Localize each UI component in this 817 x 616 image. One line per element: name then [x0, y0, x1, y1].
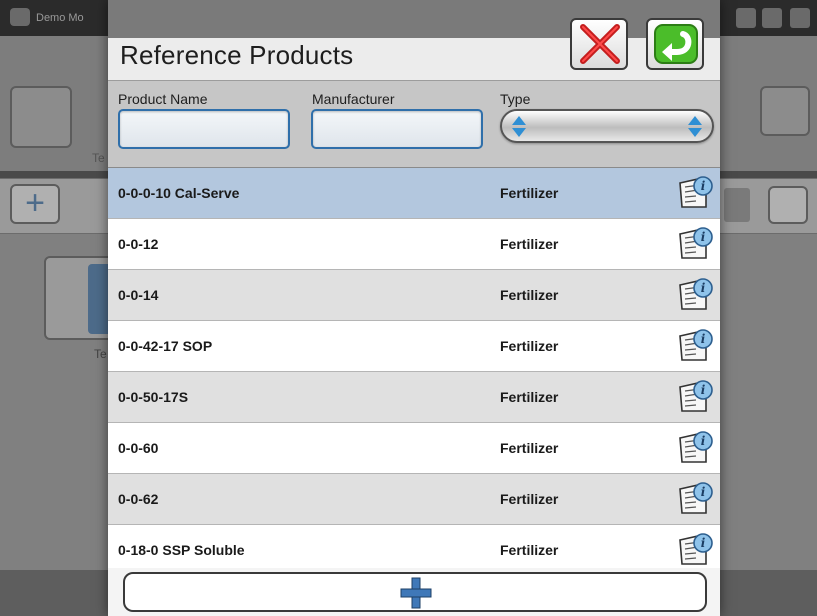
product-type: Fertilizer [500, 542, 559, 558]
list-item[interactable]: 0-0-50-17S Fertilizer i [108, 372, 720, 423]
product-type: Fertilizer [500, 440, 559, 456]
product-name: 0-0-14 [118, 287, 159, 303]
product-info-icon[interactable]: i [676, 226, 714, 262]
product-name: 0-18-0 SSP Soluble [118, 542, 245, 558]
plus-icon [400, 577, 432, 609]
background-trash-icon [724, 188, 750, 222]
svg-text:i: i [701, 383, 706, 397]
svg-text:i: i [701, 485, 706, 499]
product-name: 0-0-62 [118, 491, 159, 507]
list-item[interactable]: 0-0-42-17 SOP Fertilizer i [108, 321, 720, 372]
up-down-arrow-icon[interactable] [510, 116, 528, 138]
manufacturer-label: Manufacturer [312, 91, 395, 107]
product-name-input[interactable] [118, 109, 290, 149]
red-x-icon [580, 24, 620, 64]
list-item[interactable]: 0-0-62 Fertilizer i [108, 474, 720, 525]
background-card [44, 256, 114, 340]
background-settings-icon [10, 86, 72, 148]
green-return-arrow-icon [654, 24, 698, 64]
svg-text:i: i [701, 179, 706, 193]
product-info-icon[interactable]: i [676, 430, 714, 466]
product-type: Fertilizer [500, 185, 559, 201]
list-item[interactable]: 0-0-14 Fertilizer i [108, 270, 720, 321]
status-icon [736, 8, 756, 28]
manufacturer-input[interactable] [311, 109, 483, 149]
product-info-icon[interactable]: i [676, 379, 714, 415]
product-info-icon[interactable]: i [676, 532, 714, 568]
product-info-icon[interactable]: i [676, 328, 714, 364]
background-edit-icon [768, 186, 808, 224]
list-item[interactable]: 0-18-0 SSP Soluble Fertilizer i [108, 525, 720, 568]
list-item[interactable]: 0-0-60 Fertilizer i [108, 423, 720, 474]
product-info-icon[interactable]: i [676, 481, 714, 517]
filter-bar: Product Name Manufacturer Type [108, 80, 720, 168]
product-type: Fertilizer [500, 389, 559, 405]
svg-text:i: i [701, 332, 706, 346]
app-logo-icon [10, 8, 30, 26]
up-down-arrow-icon[interactable] [686, 116, 704, 138]
product-name: 0-0-50-17S [118, 389, 189, 405]
product-name-label: Product Name [118, 91, 208, 107]
list-item[interactable]: 0-0-0-10 Cal-Serve Fertilizer i [108, 168, 720, 219]
background-tool-icon [760, 86, 810, 136]
product-type: Fertilizer [500, 236, 559, 252]
product-name: 0-0-12 [118, 236, 159, 252]
background-add-icon: + [10, 184, 60, 224]
reference-products-dialog: Reference Products Product Name Manufact… [108, 0, 720, 616]
product-name: 0-0-42-17 SOP [118, 338, 213, 354]
product-type: Fertilizer [500, 338, 559, 354]
product-name: 0-0-60 [118, 440, 159, 456]
add-product-button[interactable] [123, 572, 707, 612]
accept-button[interactable] [646, 18, 704, 70]
background-label: Te [92, 151, 105, 165]
product-type: Fertilizer [500, 491, 559, 507]
gps-icon [762, 8, 782, 28]
product-info-icon[interactable]: i [676, 175, 714, 211]
product-info-icon[interactable]: i [676, 277, 714, 313]
product-name: 0-0-0-10 Cal-Serve [118, 185, 240, 201]
dialog-top-strip [108, 0, 720, 38]
product-type: Fertilizer [500, 287, 559, 303]
svg-text:i: i [701, 536, 706, 550]
list-item[interactable]: 0-0-12 Fertilizer i [108, 219, 720, 270]
background-card-label: Te [94, 347, 107, 361]
product-list: 0-0-0-10 Cal-Serve Fertilizer i 0-0-12 Ferti… [108, 168, 720, 568]
svg-text:i: i [701, 230, 706, 244]
type-select[interactable] [500, 109, 714, 143]
dialog-title: Reference Products [120, 40, 354, 70]
svg-text:i: i [701, 281, 706, 295]
background-title: Demo Mo [36, 12, 84, 24]
connection-icon [790, 8, 810, 28]
cancel-button[interactable] [570, 18, 628, 70]
type-label: Type [500, 91, 531, 107]
svg-text:i: i [701, 434, 706, 448]
